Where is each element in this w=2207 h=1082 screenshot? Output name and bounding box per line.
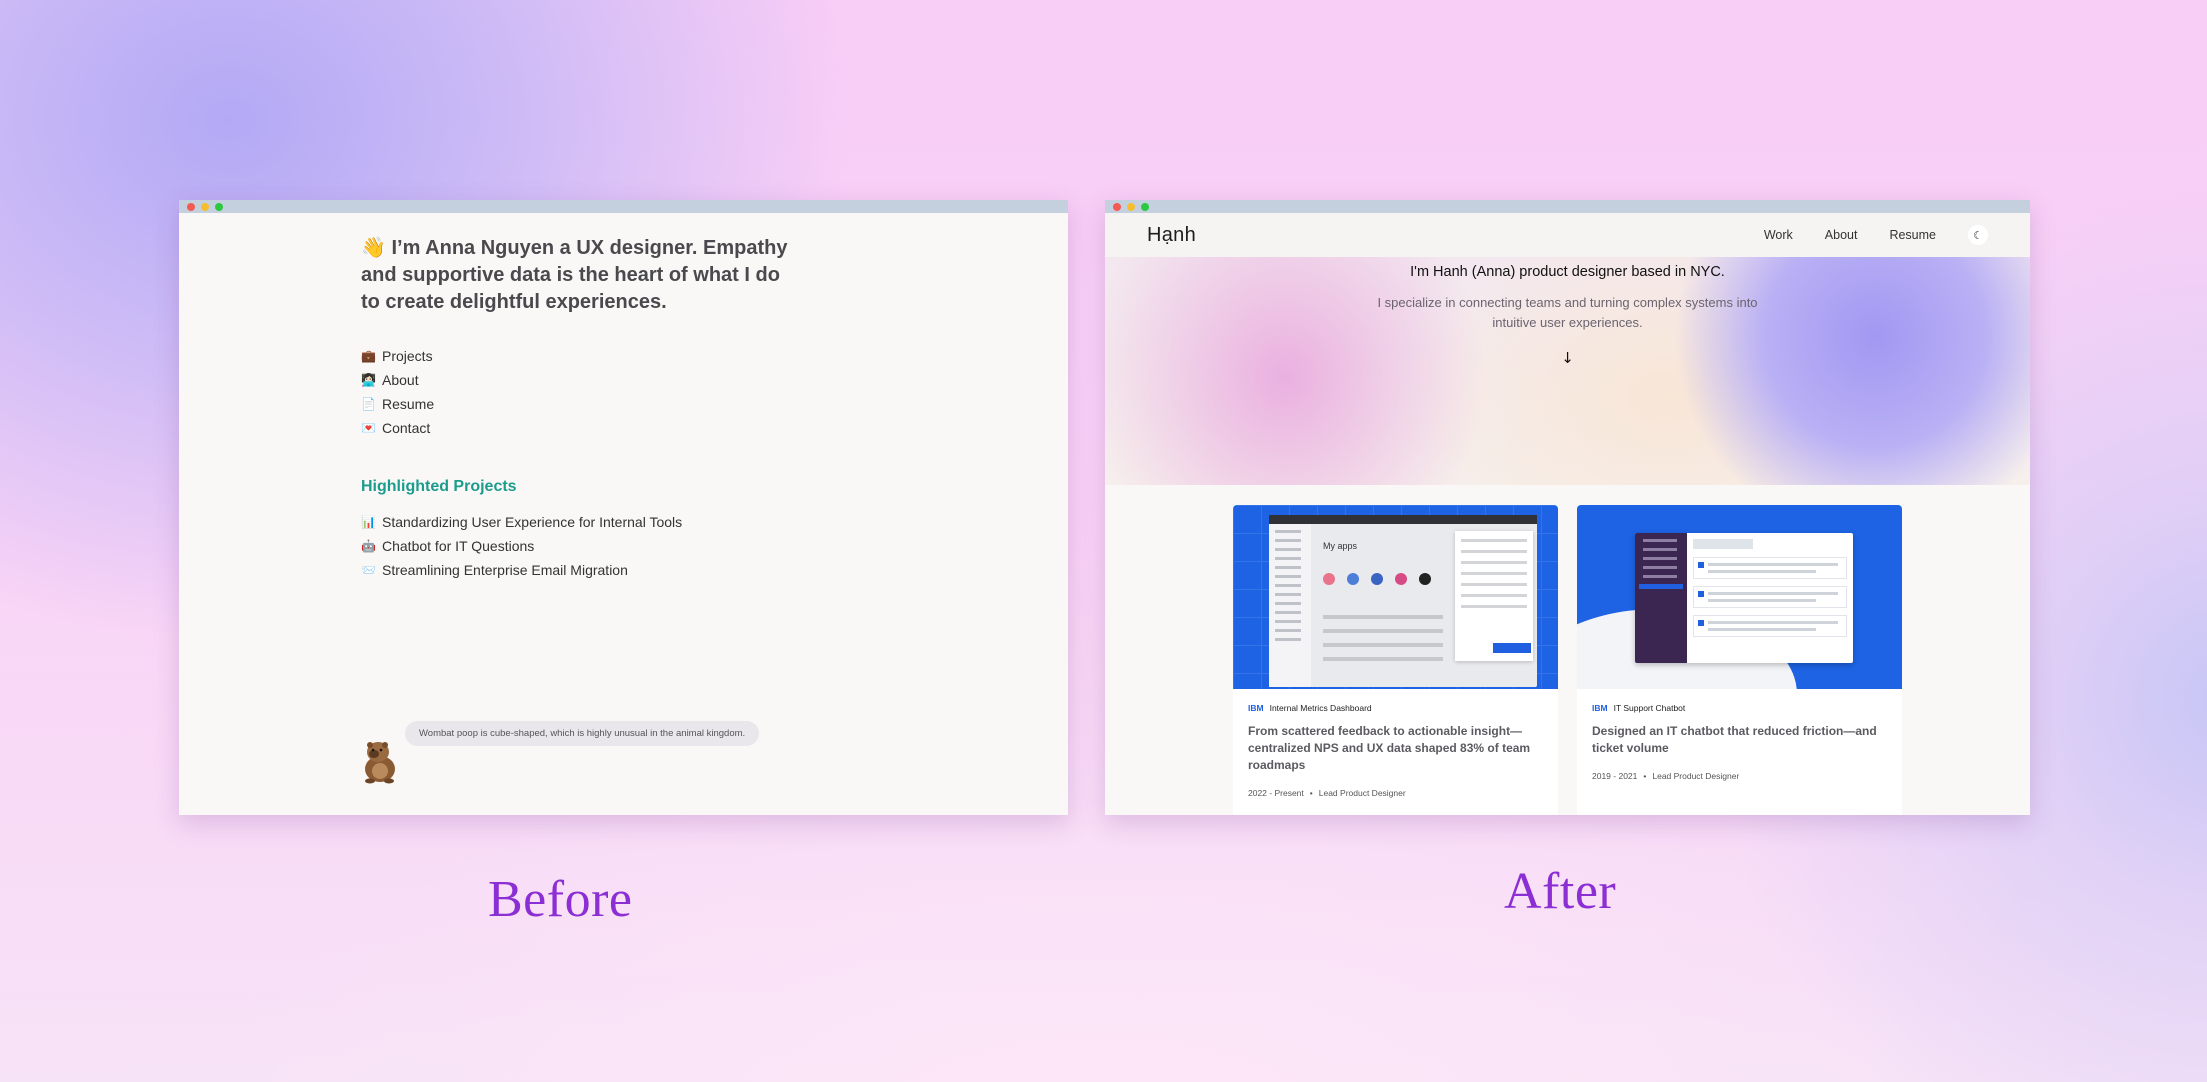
moon-icon[interactable]: ☾ bbox=[1968, 225, 1988, 245]
minimize-window-dot[interactable] bbox=[201, 202, 209, 211]
project-name: IT Support Chatbot bbox=[1613, 703, 1686, 713]
briefcase-icon: 💼 bbox=[361, 349, 376, 363]
card-title: Designed an IT chatbot that reduced fric… bbox=[1592, 724, 1877, 755]
fun-fact-row: Wombat poop is cube-shaped, which is hig… bbox=[361, 718, 781, 784]
before-page-content: 👋 I’m Anna Nguyen a UX designer. Empathy… bbox=[361, 235, 801, 582]
hero-subtitle: I specialize in connecting teams and tur… bbox=[1377, 295, 1758, 330]
site-logo[interactable]: Hạnh bbox=[1147, 224, 1196, 247]
company-tag: IBM bbox=[1592, 703, 1608, 713]
nav-item-label: About bbox=[382, 372, 419, 388]
chat-mock-message bbox=[1693, 615, 1847, 637]
mock-list bbox=[1323, 615, 1443, 671]
bullet-separator: • bbox=[1309, 788, 1313, 798]
project-list: 📊 Standardizing User Experience for Inter… bbox=[361, 510, 801, 582]
app-icon bbox=[1395, 573, 1407, 585]
company-tag: IBM bbox=[1248, 703, 1264, 713]
mock-topbar bbox=[1269, 515, 1537, 524]
before-browser-window: 👋 I’m Anna Nguyen a UX designer. Empathy… bbox=[179, 200, 1068, 815]
after-browser-window: Hạnh Work About Resume ☾ I'm Hanh (Anna)… bbox=[1105, 200, 2030, 815]
project-card-metrics-dashboard[interactable]: My apps IBM Internal Metrics Dashboard F… bbox=[1233, 505, 1558, 815]
card-body: IBM Internal Metrics Dashboard From scat… bbox=[1233, 689, 1558, 812]
hero-heading: 👋 I’m Anna Nguyen a UX designer. Empathy… bbox=[361, 235, 801, 316]
window-titlebar bbox=[179, 200, 1068, 213]
wave-icon: 👋 bbox=[361, 237, 386, 259]
nav-item-projects[interactable]: 💼 Projects bbox=[361, 344, 801, 368]
window-titlebar bbox=[1105, 200, 2030, 213]
project-label: Chatbot for IT Questions bbox=[382, 538, 535, 554]
robot-icon: 🤖 bbox=[361, 539, 376, 553]
hero-section: I'm Hanh (Anna) product designer based i… bbox=[1105, 257, 2030, 485]
chat-mock-window bbox=[1635, 533, 1853, 663]
nav-item-label: Projects bbox=[382, 348, 433, 364]
hero-intro: I'm Hanh (Anna) product designer based i… bbox=[1410, 264, 1725, 280]
nav-item-about[interactable]: 👩🏻‍💻 About bbox=[361, 368, 801, 392]
minimize-window-dot[interactable] bbox=[1127, 202, 1135, 211]
project-label: Standardizing User Experience for Intern… bbox=[382, 514, 683, 530]
after-caption: After bbox=[1504, 863, 1617, 920]
app-icon bbox=[1347, 573, 1359, 585]
card-years: 2022 - Present bbox=[1248, 788, 1304, 798]
card-meta: IBM IT Support Chatbot bbox=[1592, 703, 1887, 713]
love-letter-icon: 💌 bbox=[361, 421, 376, 435]
card-body: IBM IT Support Chatbot Designed an IT ch… bbox=[1577, 689, 1902, 795]
card-years: 2019 - 2021 bbox=[1592, 771, 1638, 781]
bullet-separator: • bbox=[1643, 771, 1647, 781]
project-link-chatbot[interactable]: 🤖 Chatbot for IT Questions bbox=[361, 534, 801, 558]
project-label: Streamlining Enterprise Email Migration bbox=[382, 562, 628, 578]
close-window-dot[interactable] bbox=[1113, 202, 1121, 211]
mock-app-icons bbox=[1323, 573, 1431, 585]
dashboard-thumbnail: My apps bbox=[1233, 505, 1558, 689]
hero-text: I’m Anna Nguyen a UX designer. Empathy a… bbox=[361, 237, 788, 313]
nav-item-contact[interactable]: 💌 Contact bbox=[361, 416, 801, 440]
chat-mock-header bbox=[1693, 539, 1753, 549]
mock-side-panel bbox=[1455, 531, 1533, 661]
card-footer: 2019 - 2021 • Lead Product Designer bbox=[1592, 771, 1887, 781]
mock-apps-heading: My apps bbox=[1323, 541, 1358, 551]
wombat-icon[interactable] bbox=[361, 740, 399, 784]
menu-item-work[interactable]: Work bbox=[1764, 228, 1793, 242]
nav-item-label: Contact bbox=[382, 420, 431, 436]
close-window-dot[interactable] bbox=[187, 202, 195, 211]
technologist-icon: 👩🏻‍💻 bbox=[361, 373, 376, 387]
dashboard-mock-screen: My apps bbox=[1269, 515, 1537, 687]
chat-mock-thread bbox=[1693, 539, 1847, 644]
github-icon bbox=[1419, 573, 1431, 585]
menu-item-about[interactable]: About bbox=[1825, 228, 1858, 242]
nav-item-label: Resume bbox=[382, 396, 435, 412]
site-menu: Work About Resume ☾ bbox=[1764, 225, 1988, 245]
fun-fact-bubble: Wombat poop is cube-shaped, which is hig… bbox=[405, 721, 760, 746]
arrow-down-icon[interactable]: ↓ bbox=[1105, 349, 2030, 367]
maximize-window-dot[interactable] bbox=[1141, 202, 1149, 211]
site-header: Hạnh Work About Resume ☾ bbox=[1105, 213, 2030, 257]
app-icon bbox=[1371, 573, 1383, 585]
nav-item-resume[interactable]: 📄 Resume bbox=[361, 392, 801, 416]
highlighted-projects-heading: Highlighted Projects bbox=[361, 478, 517, 495]
mock-sidebar bbox=[1269, 524, 1311, 687]
chatbot-thumbnail bbox=[1577, 505, 1902, 689]
project-link-email-migration[interactable]: 📨 Streamlining Enterprise Email Migration bbox=[361, 558, 801, 582]
document-icon: 📄 bbox=[361, 397, 376, 411]
app-icon bbox=[1323, 573, 1335, 585]
chat-mock-message bbox=[1693, 557, 1847, 579]
project-card-chatbot[interactable]: IBM IT Support Chatbot Designed an IT ch… bbox=[1577, 505, 1902, 815]
chat-mock-sidebar bbox=[1635, 533, 1687, 663]
card-footer: 2022 - Present • Lead Product Designer bbox=[1248, 788, 1543, 798]
card-role: Lead Product Designer bbox=[1318, 788, 1406, 798]
nav-list: 💼 Projects 👩🏻‍💻 About 📄 Resume 💌 Contact bbox=[361, 344, 801, 440]
card-meta: IBM Internal Metrics Dashboard bbox=[1248, 703, 1543, 713]
project-cards: My apps IBM Internal Metrics Dashboard F… bbox=[1233, 505, 1902, 815]
project-name: Internal Metrics Dashboard bbox=[1269, 703, 1372, 713]
envelope-icon: 📨 bbox=[361, 563, 376, 577]
bar-chart-icon: 📊 bbox=[361, 515, 376, 529]
card-title: From scattered feedback to actionable in… bbox=[1248, 724, 1531, 772]
chat-mock-message bbox=[1693, 586, 1847, 608]
menu-item-resume[interactable]: Resume bbox=[1889, 228, 1936, 242]
before-caption: Before bbox=[488, 871, 633, 928]
card-role: Lead Product Designer bbox=[1652, 771, 1740, 781]
maximize-window-dot[interactable] bbox=[215, 202, 223, 211]
project-link-internal-tools[interactable]: 📊 Standardizing User Experience for Inter… bbox=[361, 510, 801, 534]
